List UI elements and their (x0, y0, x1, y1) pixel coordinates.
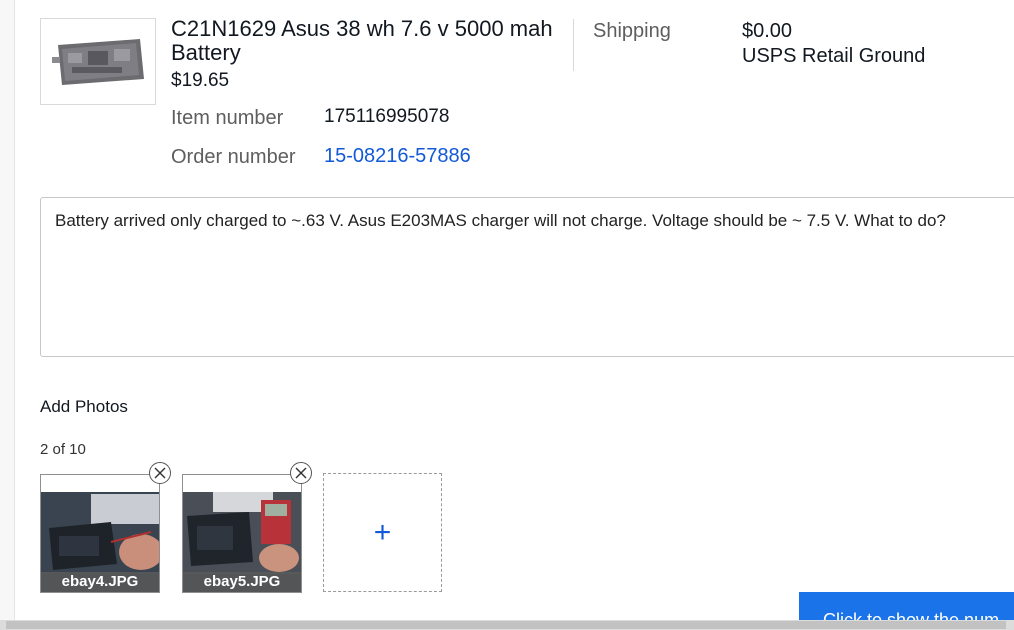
photo-thumbnail-2[interactable]: ebay5.JPG (182, 474, 302, 593)
scrollbar-thumb[interactable] (6, 621, 1006, 629)
photo-filename-1: ebay4.JPG (41, 572, 159, 592)
remove-photo-2-button[interactable] (290, 462, 312, 484)
remove-photo-1-button[interactable] (149, 462, 171, 484)
left-gutter (0, 0, 15, 630)
horizontal-scrollbar[interactable] (0, 620, 1014, 630)
photo-image-2 (183, 492, 301, 574)
item-number-label: Item number (171, 107, 284, 129)
close-icon (295, 467, 307, 479)
item-thumbnail[interactable] (40, 18, 156, 105)
add-photo-button[interactable]: + (323, 473, 442, 592)
order-number-label: Order number (171, 146, 296, 168)
photo-image-1 (41, 492, 159, 574)
close-icon (154, 467, 166, 479)
item-number-value: 175116995078 (324, 106, 450, 127)
shipping-label: Shipping (593, 20, 671, 42)
item-price: $19.65 (171, 70, 230, 91)
plus-icon: + (373, 515, 392, 549)
photo-filename-2: ebay5.JPG (183, 572, 301, 592)
battery-image-icon (52, 38, 144, 85)
photo-count: 2 of 10 (40, 441, 86, 458)
section-divider (573, 19, 574, 71)
add-photos-heading: Add Photos (40, 397, 128, 416)
comment-textarea[interactable]: Battery arrived only charged to ~.63 V. … (40, 197, 1014, 357)
shipping-method: USPS Retail Ground (742, 45, 926, 67)
item-title[interactable]: C21N1629 Asus 38 wh 7.6 v 5000 mah Batte… (171, 17, 561, 65)
shipping-cost: $0.00 (742, 20, 793, 42)
photo-thumbnail-1[interactable]: ebay4.JPG (40, 474, 160, 593)
order-number-link[interactable]: 15-08216-57886 (324, 145, 471, 168)
